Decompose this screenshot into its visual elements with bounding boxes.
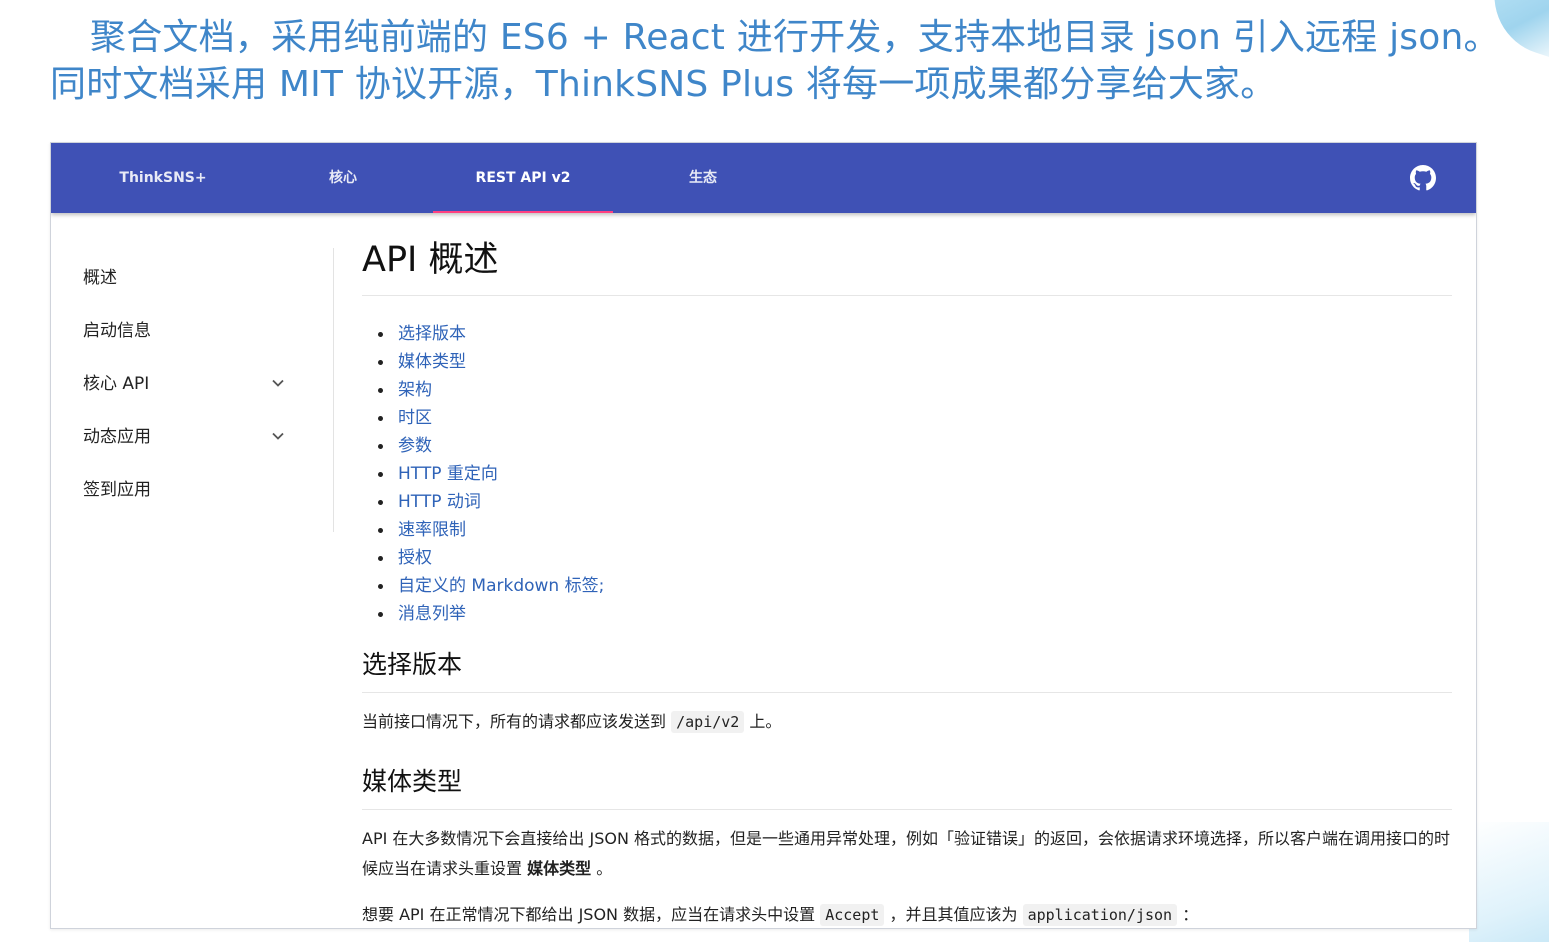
sidebar-item-label: 动态应用 bbox=[83, 427, 151, 447]
sidebar-nav: 概述 启动信息 核心 API 动态应用 签到应用 bbox=[51, 248, 334, 532]
sidebar-item-checkin-app[interactable]: 签到应用 bbox=[51, 460, 333, 513]
github-icon[interactable] bbox=[1410, 165, 1436, 191]
chevron-down-icon[interactable] bbox=[271, 376, 285, 390]
inline-code-api-path: /api/v2 bbox=[671, 711, 745, 733]
inline-code-accept: Accept bbox=[820, 904, 885, 926]
toc-item: 消息列举 bbox=[362, 600, 1452, 628]
toc-link[interactable]: 消息列举 bbox=[398, 604, 466, 624]
page-title: API 概述 bbox=[362, 235, 1452, 296]
sidebar-item-bootstrap[interactable]: 启动信息 bbox=[51, 301, 333, 354]
docs-page-screenshot: ThinkSNS+ 核心 REST API v2 生态 概述 启动信息 核心 A… bbox=[50, 142, 1477, 929]
caption-line-2: 同时文档采用 MIT 协议开源，ThinkSNS Plus 将每一项成果都分享给… bbox=[50, 64, 1277, 105]
inline-code-application-json: application/json bbox=[1022, 904, 1178, 926]
toc-link[interactable]: 时区 bbox=[398, 408, 432, 428]
paragraph-text: 。 bbox=[596, 859, 613, 878]
sidebar-item-label: 概述 bbox=[83, 268, 117, 288]
toc-link[interactable]: 媒体类型 bbox=[398, 352, 466, 372]
toc-item: 选择版本 bbox=[362, 320, 1452, 348]
toc-link[interactable]: 授权 bbox=[398, 548, 432, 568]
toc-item: 架构 bbox=[362, 376, 1452, 404]
toc-link[interactable]: HTTP 动词 bbox=[398, 492, 481, 512]
paragraph-text: API 在大多数情况下会直接给出 JSON 格式的数据，但是一些通用异常处理，例… bbox=[362, 829, 1451, 878]
emphasis-media-type: 媒体类型 bbox=[527, 859, 592, 878]
nav-tab-core[interactable]: 核心 bbox=[253, 143, 433, 213]
sidebar-item-overview[interactable]: 概述 bbox=[51, 248, 333, 301]
paragraph-text: ，并且其值应该为 bbox=[889, 905, 1018, 924]
slide-caption: 聚合文档，采用纯前端的 ES6 + React 进行开发，支持本地目录 json… bbox=[50, 14, 1500, 108]
sidebar-item-label: 启动信息 bbox=[83, 321, 151, 341]
version-paragraph: 当前接口情况下，所有的请求都应该发送到 /api/v2 上。 bbox=[362, 707, 1452, 737]
nav-tab-ecosystem[interactable]: 生态 bbox=[613, 143, 793, 213]
caption-line-1: 聚合文档，采用纯前端的 ES6 + React 进行开发，支持本地目录 json… bbox=[90, 17, 1500, 58]
toc-item: 速率限制 bbox=[362, 516, 1452, 544]
toc-item: 参数 bbox=[362, 432, 1452, 460]
media-paragraph-1: API 在大多数情况下会直接给出 JSON 格式的数据，但是一些通用异常处理，例… bbox=[362, 824, 1452, 884]
toc-item: HTTP 重定向 bbox=[362, 460, 1452, 488]
toc-item: 自定义的 Markdown 标签; bbox=[362, 572, 1452, 600]
paragraph-text: ： bbox=[1182, 905, 1199, 924]
main-content: API 概述 选择版本 媒体类型 架构 时区 参数 HTTP 重定向 HTTP … bbox=[362, 235, 1452, 928]
nav-tab-thinksns[interactable]: ThinkSNS+ bbox=[73, 143, 253, 213]
toc-item: 授权 bbox=[362, 544, 1452, 572]
chevron-down-icon[interactable] bbox=[271, 429, 285, 443]
section-title-media-type: 媒体类型 bbox=[362, 763, 1452, 810]
toc-link[interactable]: HTTP 重定向 bbox=[398, 464, 498, 484]
bottom-decoration bbox=[1469, 822, 1549, 942]
paragraph-text: 想要 API 在正常情况下都给出 JSON 数据，应当在请求头中设置 bbox=[362, 905, 816, 924]
toc-link[interactable]: 自定义的 Markdown 标签; bbox=[398, 576, 604, 596]
top-app-bar: ThinkSNS+ 核心 REST API v2 生态 bbox=[51, 143, 1476, 213]
media-paragraph-2: 想要 API 在正常情况下都给出 JSON 数据，应当在请求头中设置 Accep… bbox=[362, 900, 1452, 928]
toc-item: HTTP 动词 bbox=[362, 488, 1452, 516]
sidebar-item-feed-app[interactable]: 动态应用 bbox=[51, 407, 333, 460]
toc-item: 媒体类型 bbox=[362, 348, 1452, 376]
sidebar-item-label: 签到应用 bbox=[83, 480, 151, 500]
sidebar-item-core-api[interactable]: 核心 API bbox=[51, 354, 333, 407]
nav-tab-rest-api-v2[interactable]: REST API v2 bbox=[433, 143, 613, 213]
section-title-version: 选择版本 bbox=[362, 646, 1452, 693]
table-of-contents: 选择版本 媒体类型 架构 时区 参数 HTTP 重定向 HTTP 动词 速率限制… bbox=[362, 320, 1452, 628]
paragraph-text: 上。 bbox=[749, 712, 782, 731]
toc-link[interactable]: 速率限制 bbox=[398, 520, 466, 540]
sidebar-item-label: 核心 API bbox=[83, 374, 150, 394]
toc-link[interactable]: 选择版本 bbox=[398, 324, 466, 344]
toc-link[interactable]: 架构 bbox=[398, 380, 432, 400]
toc-link[interactable]: 参数 bbox=[398, 436, 432, 456]
paragraph-text: 当前接口情况下，所有的请求都应该发送到 bbox=[362, 712, 667, 731]
toc-item: 时区 bbox=[362, 404, 1452, 432]
